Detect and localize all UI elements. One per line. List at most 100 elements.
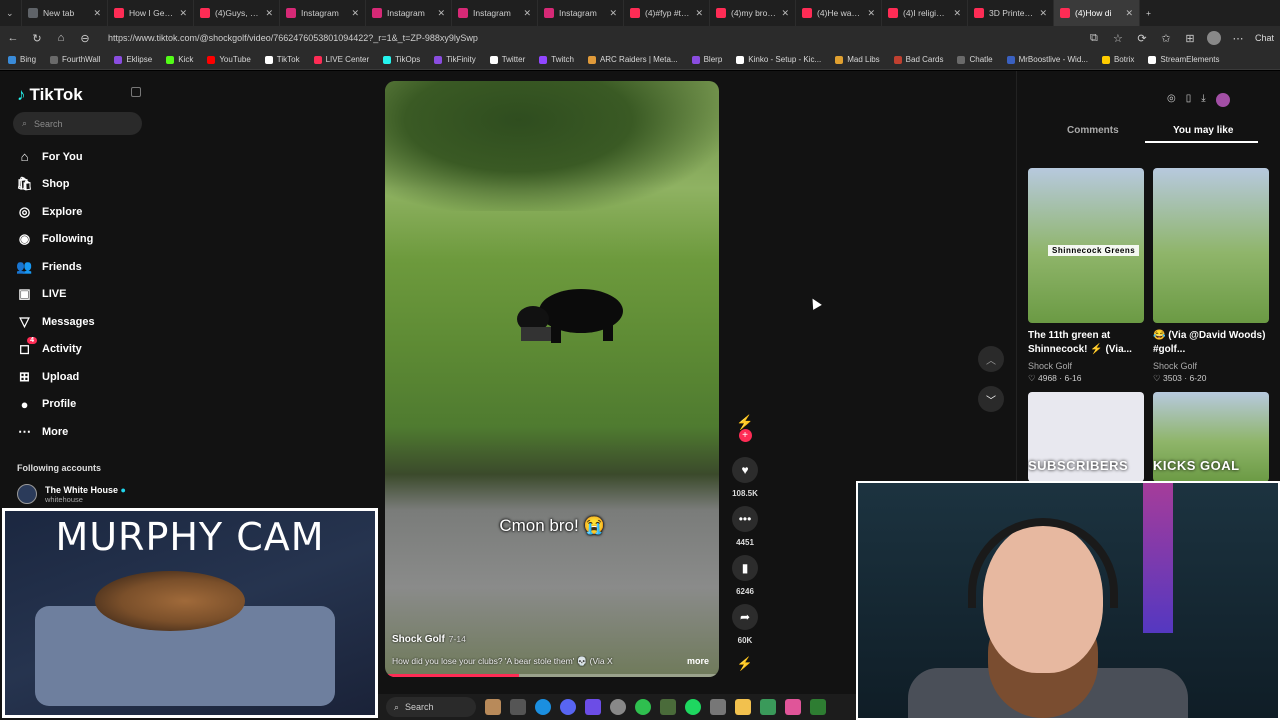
bookmark-item[interactable]: TikOps bbox=[383, 55, 420, 64]
browser-tab[interactable]: 3D Printed Sw ✕ bbox=[968, 0, 1054, 26]
bookmark-item[interactable]: LIVE Center bbox=[313, 55, 369, 64]
card-title[interactable]: The 11th green at Shinnecock! ⚡ (Via... bbox=[1028, 329, 1146, 357]
tab-comments[interactable]: Comments bbox=[1067, 125, 1119, 136]
site-info-icon[interactable]: ⊖ bbox=[78, 32, 92, 45]
browser-tab[interactable]: New tab ✕ bbox=[22, 0, 108, 26]
close-icon[interactable]: ✕ bbox=[437, 8, 445, 19]
refresh-icon[interactable]: ⟳ bbox=[1135, 32, 1149, 45]
edge-icon[interactable] bbox=[535, 699, 551, 715]
spotify-icon[interactable] bbox=[685, 699, 701, 715]
browser-tab[interactable]: (4)How di ✕ bbox=[1054, 0, 1140, 26]
bookmark-item[interactable]: Botrix bbox=[1101, 55, 1134, 64]
collections-icon[interactable]: ⊞ bbox=[1183, 32, 1197, 45]
task-view-icon[interactable] bbox=[510, 699, 526, 715]
close-icon[interactable]: ✕ bbox=[93, 8, 101, 19]
recommended-video-card[interactable] bbox=[1153, 168, 1269, 323]
device-icon[interactable]: ▯ bbox=[1186, 93, 1192, 107]
browser-tab[interactable]: (4)He was okay ✕ bbox=[796, 0, 882, 26]
menu-icon[interactable]: ⋯ bbox=[1231, 32, 1245, 45]
recommended-video-card[interactable]: SUBSCRIBERS bbox=[1028, 392, 1144, 482]
steam-icon[interactable] bbox=[710, 699, 726, 715]
card-author[interactable]: Shock Golf bbox=[1153, 361, 1197, 371]
app-grid-icon[interactable] bbox=[585, 699, 601, 715]
settings-icon[interactable]: ◎ bbox=[1167, 93, 1176, 107]
creator-avatar[interactable]: ⚡ + bbox=[731, 414, 759, 442]
bookmark-item[interactable]: Eklipse bbox=[114, 55, 152, 64]
bookmark-item[interactable]: Bad Cards bbox=[893, 55, 943, 64]
sidebar-item-activity[interactable]: ◻ 4 Activity bbox=[17, 336, 82, 357]
sidebar-item-friends[interactable]: 👥 Friends bbox=[16, 259, 81, 274]
card-title[interactable]: 😂 (Via @David Woods) #golf... bbox=[1153, 329, 1271, 357]
close-icon[interactable]: ✕ bbox=[953, 8, 961, 19]
browser-tab[interactable]: How I Get My / ✕ bbox=[108, 0, 194, 26]
sound-disc-icon[interactable]: ⚡ bbox=[731, 656, 759, 672]
chevron-down-icon[interactable]: ﹀ bbox=[978, 386, 1004, 412]
browser-tab[interactable]: Instagram ✕ bbox=[280, 0, 366, 26]
save-button[interactable]: ▮ 6246 bbox=[731, 555, 759, 596]
sidebar-item-upload[interactable]: ⊞ Upload bbox=[17, 369, 79, 384]
close-icon[interactable]: ✕ bbox=[179, 8, 187, 19]
close-icon[interactable]: ✕ bbox=[867, 8, 875, 19]
chevron-up-icon[interactable]: ︿ bbox=[978, 346, 1004, 372]
browser-tab[interactable]: (4)I religiously ✕ bbox=[882, 0, 968, 26]
tiktok-logo[interactable]: ♪ TikTok bbox=[17, 85, 83, 105]
favorites-icon[interactable]: ✩ bbox=[1159, 32, 1173, 45]
bookmark-item[interactable]: Blerp bbox=[691, 55, 722, 64]
bookmark-item[interactable]: ARC Raiders | Meta... bbox=[587, 55, 678, 64]
video-author[interactable]: Shock Golf 7-14 bbox=[392, 634, 466, 645]
sidebar-item-messages[interactable]: ▽ Messages bbox=[17, 314, 95, 329]
close-icon[interactable]: ✕ bbox=[1039, 8, 1047, 19]
comment-button[interactable]: ••• 4451 bbox=[731, 506, 759, 547]
video-player[interactable]: Cmon bro! 😭 Shock Golf 7-14 How did you l… bbox=[385, 81, 719, 677]
share-button[interactable]: ➦ 60K bbox=[731, 604, 759, 645]
bookmark-item[interactable]: FourthWall bbox=[50, 55, 100, 64]
sidebar-item-for-you[interactable]: ⌂ For You bbox=[17, 149, 83, 164]
xbox-icon[interactable] bbox=[635, 699, 651, 715]
file-explorer-icon[interactable] bbox=[735, 699, 751, 715]
chat-button[interactable]: Chat bbox=[1255, 33, 1274, 43]
following-account-whitehouse[interactable]: The White House ● whitehouse bbox=[17, 484, 126, 504]
close-icon[interactable]: ✕ bbox=[351, 8, 359, 19]
card-author[interactable]: Shock Golf bbox=[1028, 361, 1072, 371]
url-field[interactable]: https://www.tiktok.com/@shockgolf/video/… bbox=[108, 33, 478, 43]
browser-tab[interactable]: (4)#fyp #trend ✕ bbox=[624, 0, 710, 26]
recommended-video-card[interactable]: KICKS GOAL bbox=[1153, 392, 1269, 482]
discord-icon[interactable] bbox=[560, 699, 576, 715]
collapse-sidebar-icon[interactable] bbox=[131, 87, 141, 97]
browser-tab[interactable]: (4)Guys, we ha ✕ bbox=[194, 0, 280, 26]
sidebar-item-explore[interactable]: ◎ Explore bbox=[17, 204, 83, 219]
sidebar-item-profile[interactable]: ● Profile bbox=[17, 397, 77, 412]
star-icon[interactable]: ☆ bbox=[1111, 32, 1125, 45]
bookmark-item[interactable]: TikTok bbox=[264, 55, 300, 64]
bookmark-item[interactable]: TikFinity bbox=[434, 55, 476, 64]
sidebar-item-following[interactable]: ◉ Following bbox=[17, 231, 94, 247]
extensions-icon[interactable]: ⧉ bbox=[1087, 32, 1101, 45]
close-icon[interactable]: ✕ bbox=[695, 8, 703, 19]
close-icon[interactable]: ✕ bbox=[523, 8, 531, 19]
profile-avatar[interactable] bbox=[1206, 31, 1221, 45]
close-icon[interactable]: ✕ bbox=[781, 8, 789, 19]
tab-menu-button[interactable]: ⌄ bbox=[0, 0, 22, 26]
bookmark-item[interactable]: YouTube bbox=[207, 55, 251, 64]
search-input[interactable]: ⌕ Search bbox=[13, 112, 142, 135]
home-icon[interactable]: ⌂ bbox=[54, 32, 68, 44]
browser-tab[interactable]: Instagram ✕ bbox=[366, 0, 452, 26]
notes-icon[interactable] bbox=[760, 699, 776, 715]
download-icon[interactable]: ⤓ bbox=[1201, 93, 1205, 107]
bookmark-item[interactable]: Twitter bbox=[489, 55, 525, 64]
widget-icon[interactable] bbox=[485, 699, 501, 715]
bookmark-item[interactable]: Kinko - Setup - Kic... bbox=[736, 55, 821, 64]
bookmark-item[interactable]: Twitch bbox=[539, 55, 574, 64]
obs-icon[interactable] bbox=[610, 699, 626, 715]
sidebar-item-shop[interactable]: 🛍 Shop bbox=[16, 176, 69, 192]
tab-you-may-like[interactable]: You may like bbox=[1173, 125, 1233, 136]
close-icon[interactable]: ✕ bbox=[265, 8, 273, 19]
excel-icon[interactable] bbox=[810, 699, 826, 715]
bookmark-item[interactable]: StreamElements bbox=[1148, 55, 1220, 64]
taskbar-search[interactable]: ⌕ Search bbox=[386, 697, 476, 717]
close-icon[interactable]: ✕ bbox=[1125, 8, 1133, 19]
reload-icon[interactable]: ↻ bbox=[30, 32, 44, 45]
like-button[interactable]: ♥ 108.5K bbox=[731, 457, 759, 498]
bookmark-item[interactable]: Mad Libs bbox=[835, 55, 880, 64]
more-link[interactable]: more bbox=[687, 656, 709, 666]
